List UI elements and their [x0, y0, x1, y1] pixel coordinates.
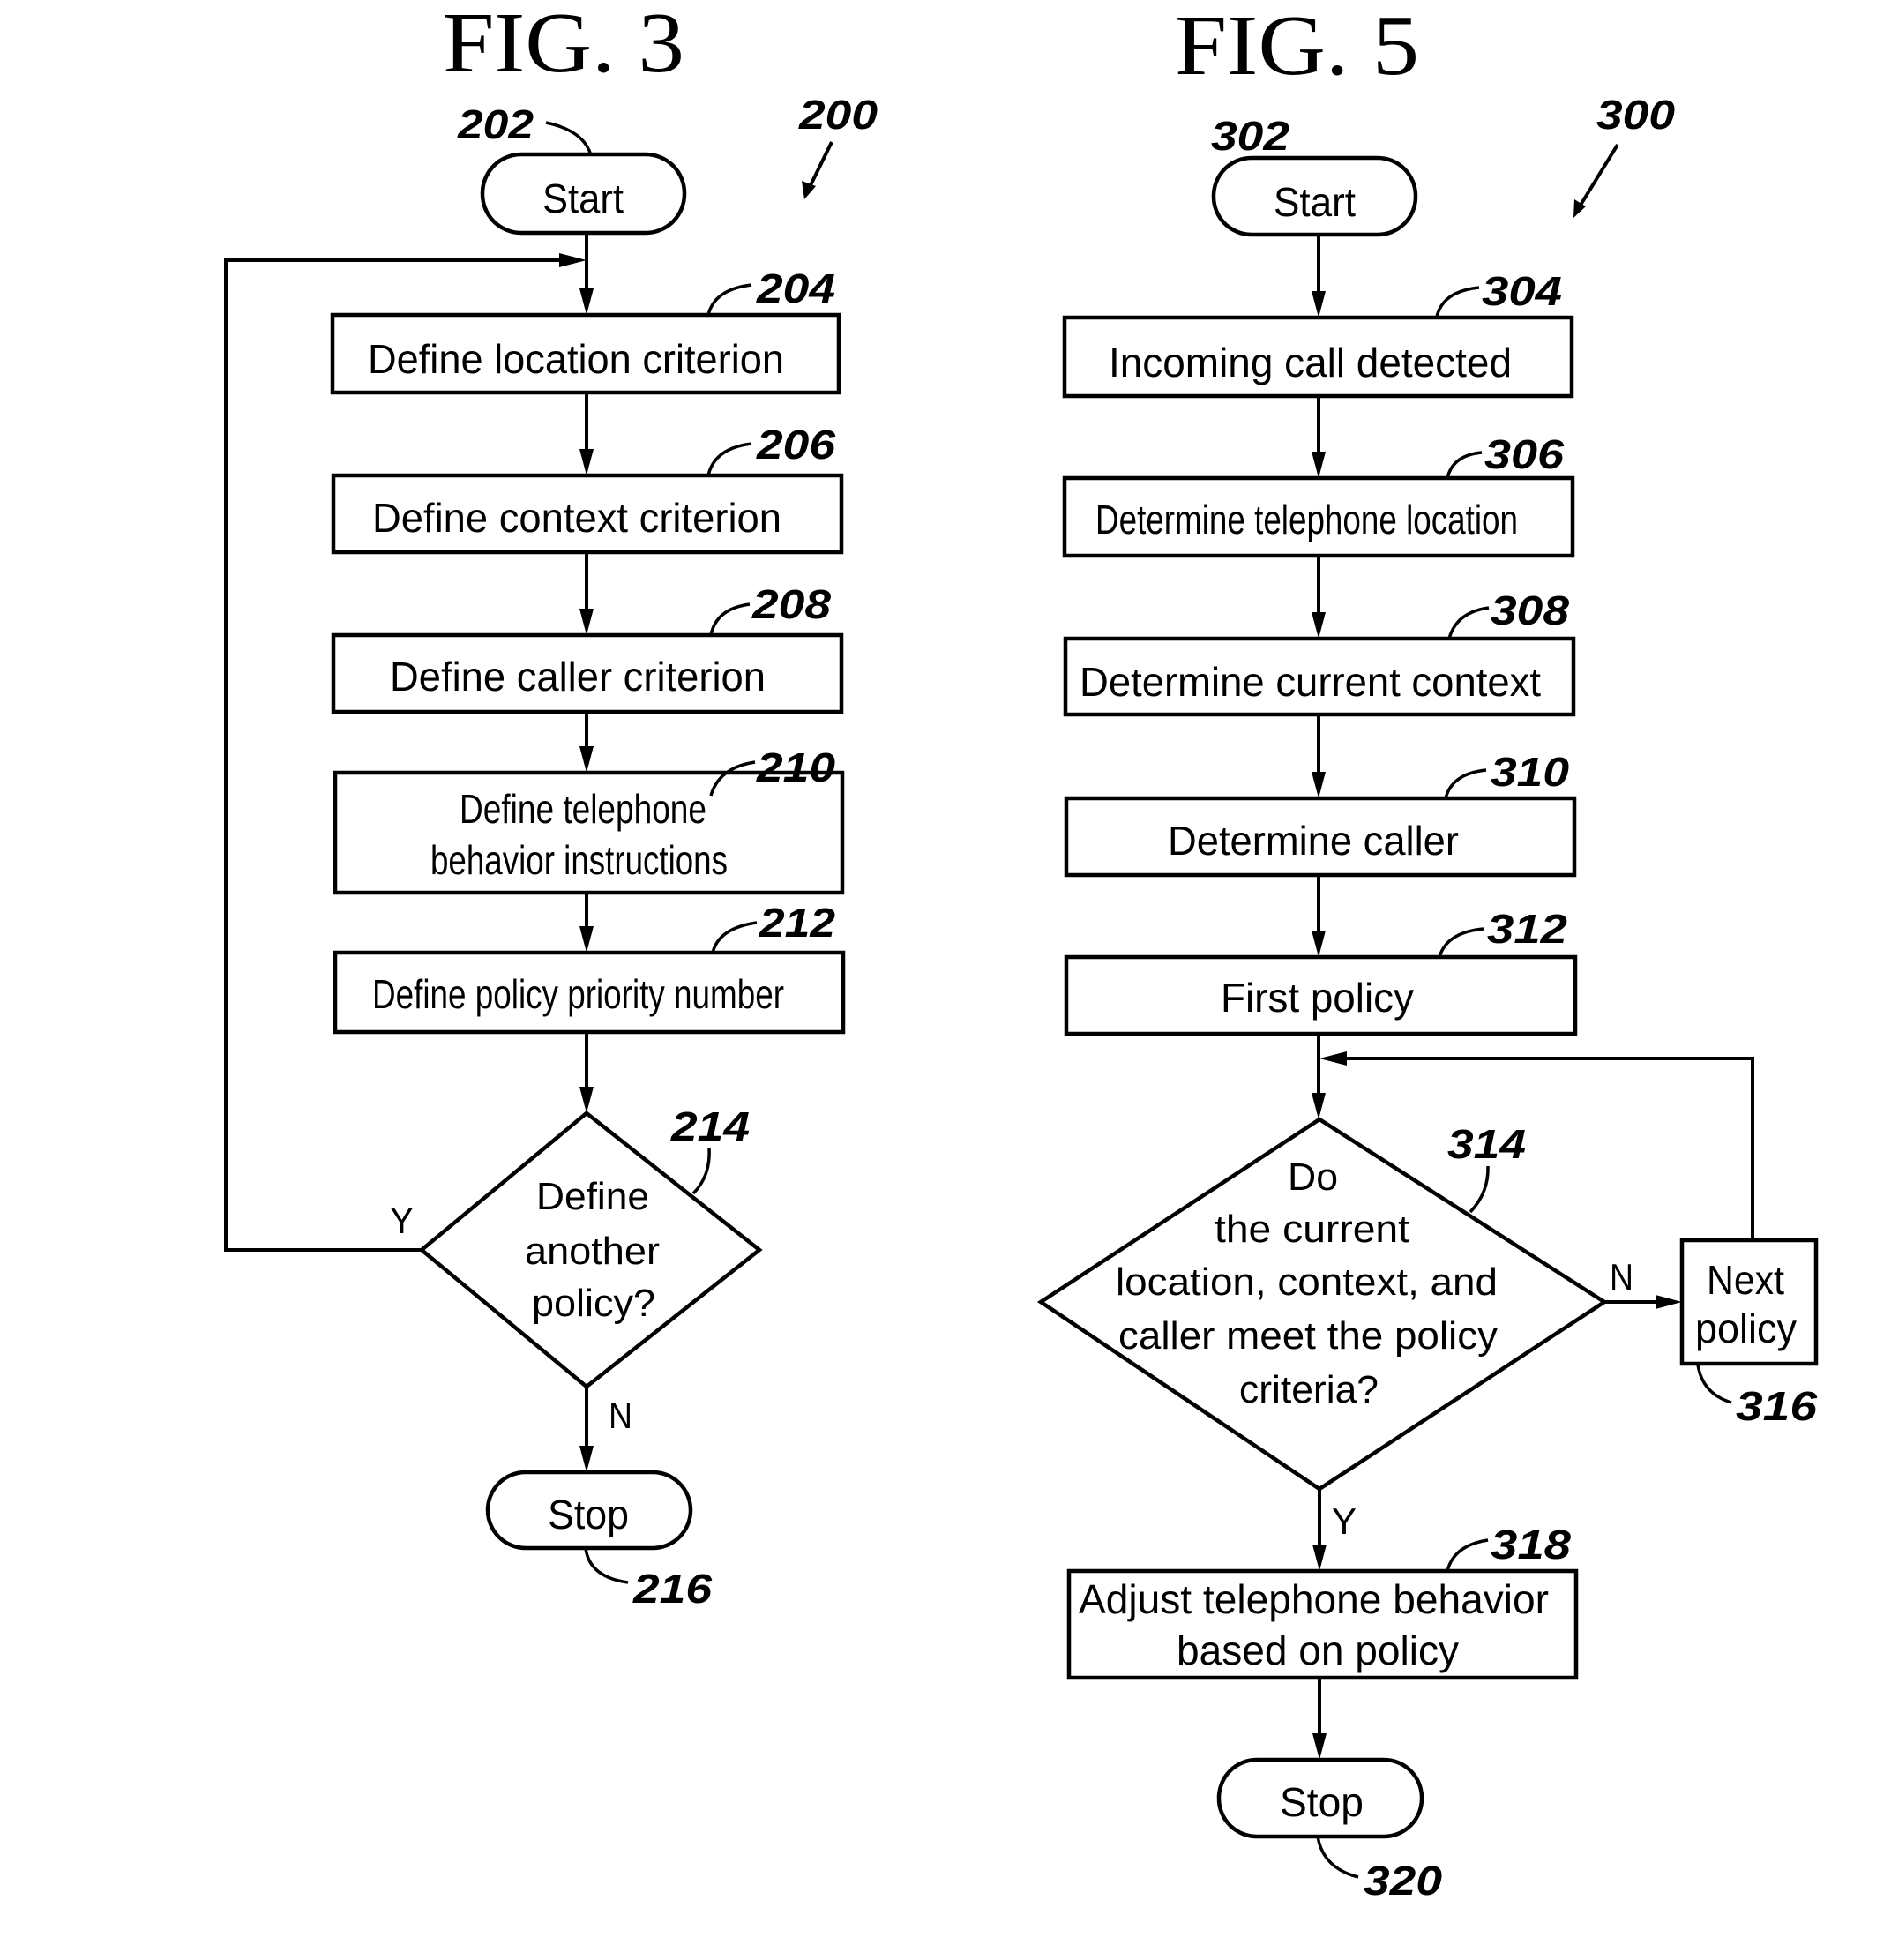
decision-ref-number: 214 [670, 1103, 750, 1149]
process-ref-number: 308 [1491, 587, 1569, 633]
ref-leader [1444, 768, 1487, 799]
process-label-line-2: behavior instructions [430, 837, 728, 883]
decision-label-line-5: criteria? [1239, 1368, 1379, 1411]
decision-label-line-4: caller meet the policy [1118, 1314, 1498, 1358]
ref-leader [1469, 1165, 1490, 1214]
arrow-head-icon [579, 1087, 594, 1113]
process-label-line-1: Adjust telephone behavior [1079, 1576, 1549, 1622]
arrow-head-icon [579, 1446, 594, 1472]
figure-3-flowchart: FIG. 3 200 202 Start Define location cri… [224, 0, 878, 1612]
figure-5-ref-number: 300 [1596, 92, 1675, 138]
stop-label: Stop [1280, 1779, 1364, 1825]
arrow-head-icon [1312, 452, 1326, 478]
process-label: Define context criterion [372, 495, 781, 541]
loop-back-connector [224, 258, 564, 1252]
arrow-head-icon [1312, 931, 1326, 957]
ref-leader [1435, 286, 1480, 318]
process-label-line-1: Define telephone [460, 786, 706, 832]
ref-leader [1438, 927, 1484, 958]
stop-ref-number: 216 [632, 1566, 713, 1612]
figure-3-ref-arrow-head-icon [802, 181, 816, 199]
no-branch-label: N [609, 1395, 632, 1436]
figure-3-ref-arrow-line [808, 141, 833, 188]
arrow-head-icon [579, 288, 594, 315]
ref-leader [1446, 1538, 1489, 1572]
process-ref-number: 208 [751, 581, 832, 627]
arrow-head-icon [579, 926, 594, 953]
arrow-head-icon [1312, 1093, 1326, 1119]
arrow-head-icon [579, 609, 594, 635]
process-ref-number: 206 [756, 422, 836, 468]
ref-leader [709, 602, 751, 636]
process-label: Determine caller [1168, 818, 1459, 864]
no-branch-label: N [1610, 1256, 1633, 1298]
loop-arrow-head-icon [559, 253, 587, 267]
figure-5-flowchart: FIG. 5 300 302 Start Incoming call detec… [1036, 0, 1819, 1904]
decision-label-line-1: Define [536, 1175, 649, 1218]
figure-5-title: FIG. 5 [1175, 0, 1419, 94]
process-label-line-1: Next [1707, 1257, 1784, 1303]
figure-5-ref-arrow-line [1578, 143, 1619, 208]
process-label: Define location criterion [368, 336, 784, 382]
figure-3-title: FIG. 3 [443, 0, 684, 91]
start-label: Start [542, 176, 624, 221]
arrow-head-icon [1312, 772, 1326, 798]
ref-leader [706, 283, 752, 316]
ref-leader [691, 1147, 711, 1195]
arrow-head-icon [579, 449, 594, 475]
ref-leader [1696, 1364, 1732, 1404]
arrow-head-icon [1312, 612, 1326, 639]
loop-arrow-head-icon [1319, 1051, 1347, 1066]
arrow-head-icon [579, 746, 594, 773]
process-ref-number: 318 [1491, 1522, 1571, 1567]
arrow-head-icon [1656, 1295, 1682, 1309]
process-label-line-2: policy [1695, 1305, 1797, 1351]
process-label: Define policy priority number [372, 971, 784, 1017]
process-label: Determine current context [1080, 659, 1541, 705]
process-ref-number: 204 [756, 266, 835, 311]
process-ref-number: 304 [1482, 268, 1562, 314]
ref-leader [706, 442, 752, 476]
process-label-line-2: based on policy [1177, 1627, 1459, 1673]
process-ref-number: 312 [1487, 906, 1567, 952]
yes-branch-label: Y [390, 1200, 414, 1241]
process-ref-number: 310 [1491, 749, 1569, 795]
decision-label-line-3: location, context, and [1116, 1261, 1498, 1304]
process-ref-number: 212 [759, 900, 836, 946]
yes-branch-label: Y [1332, 1500, 1357, 1542]
ref-leader [1316, 1836, 1359, 1879]
decision-label-line-2: the current [1215, 1208, 1409, 1251]
ref-leader [584, 1547, 629, 1584]
ref-leader [1446, 451, 1483, 479]
arrow-head-icon [1312, 1545, 1327, 1571]
arrow-head-icon [1312, 291, 1326, 318]
process-label: Define caller criterion [390, 654, 766, 699]
arrow-head-icon [1312, 1733, 1327, 1760]
stop-label: Stop [548, 1492, 629, 1537]
figure-3-ref-number: 200 [798, 92, 878, 138]
ref-leader [1447, 606, 1490, 640]
process-label: First policy [1221, 975, 1414, 1021]
decision-label-line-1: Do [1288, 1156, 1338, 1199]
process-ref-number: 316 [1736, 1383, 1817, 1429]
ref-leader [711, 921, 758, 954]
start-label: Start [1274, 179, 1356, 225]
decision-label-line-2: another [525, 1230, 660, 1273]
start-ref-leader [545, 121, 593, 156]
decision-ref-number: 314 [1447, 1121, 1526, 1167]
start-ref-number: 302 [1211, 113, 1289, 159]
decision-label-line-3: policy? [532, 1282, 655, 1325]
patent-drawing-sheet: FIG. 3 200 202 Start Define location cri… [224, 0, 1819, 1904]
start-ref-number: 202 [457, 101, 534, 147]
process-ref-number: 210 [756, 744, 836, 790]
process-label: Incoming call detected [1109, 340, 1512, 385]
stop-ref-number: 320 [1364, 1858, 1442, 1904]
process-label: Determine telephone location [1095, 497, 1518, 542]
process-ref-number: 306 [1484, 431, 1564, 477]
